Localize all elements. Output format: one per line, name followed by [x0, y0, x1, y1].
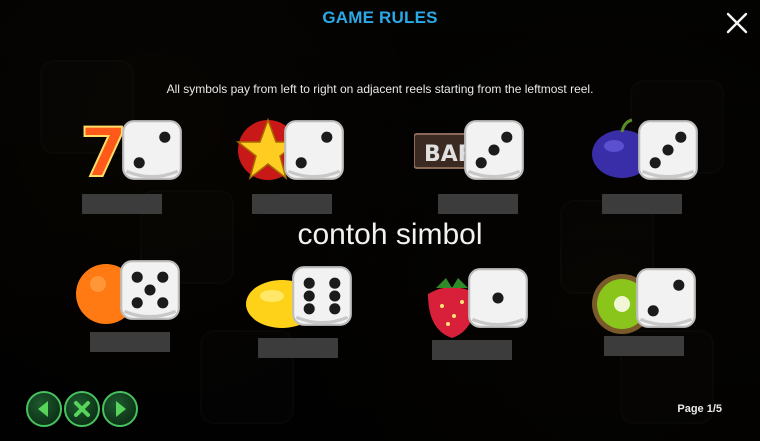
dice-icon [122, 120, 182, 180]
symbol-orange [70, 252, 180, 342]
page-title: GAME RULES [322, 8, 438, 27]
close-rules-button[interactable] [64, 391, 100, 427]
symbol-strawberry [418, 260, 528, 350]
symbol-lemon [242, 258, 352, 348]
dice-icon [468, 268, 528, 328]
payout-placeholder [252, 194, 332, 214]
dice-icon [284, 120, 344, 180]
close-icon[interactable] [724, 10, 750, 36]
prev-page-button[interactable] [26, 391, 62, 427]
navigation-controls [26, 391, 138, 427]
payout-placeholder [438, 194, 518, 214]
symbol-seven: 7 [72, 112, 182, 202]
page-indicator: Page 1/5 [677, 403, 722, 415]
prev-arrow-icon [38, 401, 48, 417]
dice-icon [120, 260, 180, 320]
dice-icon [464, 120, 524, 180]
svg-text:7: 7 [80, 114, 127, 192]
payout-placeholder [258, 338, 338, 358]
payout-placeholder [604, 336, 684, 356]
next-page-button[interactable] [102, 391, 138, 427]
seven-icon: 7 [79, 113, 128, 194]
dice-icon [636, 268, 696, 328]
dice-icon [292, 266, 352, 326]
next-arrow-icon [116, 401, 126, 417]
payout-placeholder [432, 340, 512, 360]
close-x-icon [74, 401, 90, 417]
symbol-plum [588, 112, 698, 202]
payout-placeholder [602, 194, 682, 214]
payout-placeholder [90, 332, 170, 352]
dice-icon [638, 120, 698, 180]
rules-description: All symbols pay from left to right on ad… [166, 82, 594, 96]
symbol-bar: BAR [413, 112, 524, 202]
symbol-star [234, 112, 344, 202]
symbol-caption: contoh simbol [297, 218, 483, 251]
payout-placeholder [82, 194, 162, 214]
